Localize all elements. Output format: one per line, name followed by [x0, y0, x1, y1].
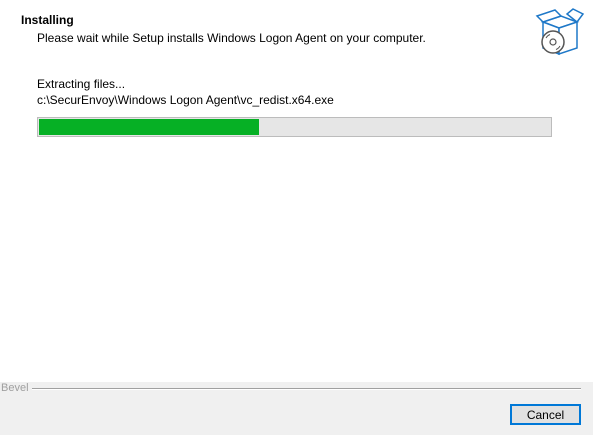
- installer-window: Installing Please wait while Setup insta…: [0, 0, 593, 435]
- page-title: Installing: [21, 13, 74, 27]
- bevel-label: Bevel: [1, 382, 29, 394]
- file-path-text: c:\SecurEnvoy\Windows Logon Agent\vc_red…: [37, 93, 334, 107]
- progress-bar: [37, 117, 552, 137]
- cancel-button[interactable]: Cancel: [510, 404, 581, 425]
- installer-box-disc-icon: [535, 8, 585, 56]
- bevel-separator: Bevel: [0, 381, 593, 395]
- status-text: Extracting files...: [37, 77, 126, 91]
- page-subtitle: Please wait while Setup installs Windows…: [37, 31, 426, 45]
- bevel-line: [32, 388, 581, 390]
- content-area: Installing Please wait while Setup insta…: [0, 0, 593, 382]
- progress-bar-fill: [39, 119, 259, 135]
